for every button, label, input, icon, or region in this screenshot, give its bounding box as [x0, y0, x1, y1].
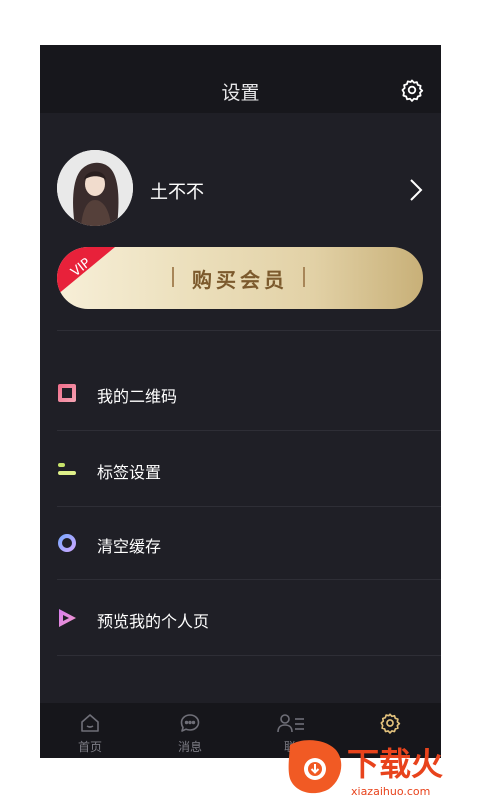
menu-item-preview-profile[interactable]: 预览我的个人页	[40, 582, 441, 654]
home-icon	[81, 714, 99, 732]
menu-item-clear-cache[interactable]: 清空缓存	[40, 507, 441, 579]
clear-cache-ring-icon	[58, 534, 76, 552]
menu-item-label: 清空缓存	[97, 537, 162, 556]
menu-item-tag-settings[interactable]: 标签设置	[40, 433, 441, 505]
divider	[57, 579, 441, 580]
page-title: 设置	[221, 82, 260, 104]
gear-icon	[380, 713, 401, 734]
chevron-right-icon	[410, 179, 423, 201]
tab-label: 首页	[77, 740, 102, 754]
gear-icon[interactable]	[400, 78, 424, 102]
watermark-title: 下载火	[347, 745, 443, 783]
profile-name: 土不不	[150, 182, 204, 203]
menu-item-label: 预览我的个人页	[97, 612, 210, 631]
app-screen: 设置 土不不 VIP 购买会员 我的二维码 标签设置 清空缓存 预览我的个人页 …	[40, 45, 441, 758]
qrcode-square-icon	[58, 384, 76, 402]
menu-item-my-qrcode[interactable]: 我的二维码	[40, 357, 441, 429]
preview-play-icon	[59, 609, 76, 627]
top-bar: 设置	[40, 45, 441, 113]
divider	[57, 655, 441, 656]
buy-vip-button[interactable]: VIP 购买会员	[57, 247, 423, 309]
tab-label: 消息	[177, 740, 202, 754]
profile-row[interactable]: 土不不	[40, 150, 441, 230]
menu-item-label: 标签设置	[97, 463, 162, 482]
vip-label-divider-right	[303, 267, 305, 287]
divider	[57, 430, 441, 431]
menu-item-label: 我的二维码	[97, 387, 178, 406]
tab-messages[interactable]: 消息	[140, 703, 240, 758]
tag-settings-icon	[58, 463, 76, 475]
watermark-logo: 下载火 xiazaihuo.com	[288, 740, 443, 798]
divider	[57, 330, 441, 331]
vip-label: 购买会员	[192, 268, 288, 292]
message-icon	[180, 714, 200, 732]
avatar	[57, 150, 133, 226]
contacts-icon	[277, 714, 304, 733]
tab-home[interactable]: 首页	[40, 703, 140, 758]
watermark-url: xiazaihuo.com	[351, 785, 430, 798]
